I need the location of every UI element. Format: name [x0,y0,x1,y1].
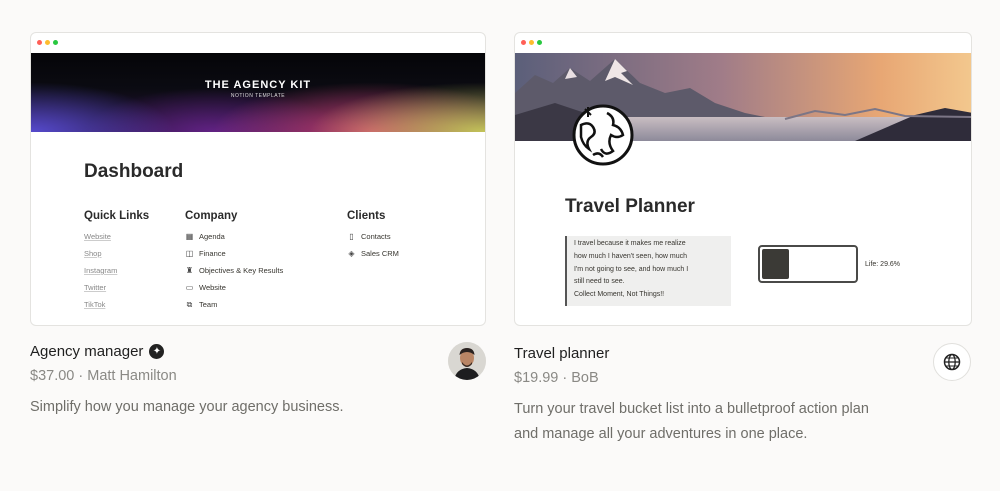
verified-badge-icon: ✦ [149,344,165,359]
list-item-label: Team [199,300,218,309]
monitor-icon: ▭ [185,283,194,292]
quote-line: Collect Moment, Not Things!! [574,291,665,299]
price-author: $19.99 · BoB [514,370,599,386]
quote-line: I'm not going to see, and how much I [574,265,689,273]
quick-links-column: Quick Links Website Shop Instagram Twitt… [84,210,149,313]
avatar-image [448,342,486,380]
template-title-text[interactable]: Travel planner [514,345,609,362]
banner-subtitle: NOTION TEMPLATE [230,93,286,99]
creator-avatar[interactable] [933,343,971,381]
template-title-text[interactable]: Agency manager [30,343,143,360]
quote-line: how much I haven't seen, how much [574,252,688,260]
description-line: Turn your travel bucket list into a bull… [514,401,869,417]
list-item: ◫ Finance [185,245,283,262]
list-item-label: Website [199,283,226,292]
quick-link: Website [84,232,111,241]
life-progress-label: Life: 29.6% [865,261,901,268]
phone-icon: ▯ [349,232,354,241]
finance-icon: ◫ [185,249,194,258]
template-preview[interactable]: THE AGENCY KIT NOTION TEMPLATE Dashboard… [30,32,486,326]
window-dot-red [521,40,526,45]
clients-column: Clients ▯ Contacts ◈ Sales CRM [347,210,399,262]
list-item: ▦ Agenda [185,228,283,245]
list-item-label: Finance [199,249,226,258]
template-title[interactable]: Travel planner [514,345,609,362]
cover-banner: THE AGENCY KIT NOTION TEMPLATE [31,53,485,132]
template-title[interactable]: Agency manager ✦ [30,343,165,360]
quick-link: Shop [84,249,102,258]
template-description: Turn your travel bucket list into a bull… [514,397,869,447]
preview-heading: Travel Planner [565,196,695,217]
company-column: Company ▦ Agenda ◫ Finance ♜ Objectives & K… [185,210,283,313]
banner-title: THE AGENCY KIT [204,79,312,91]
quote-line: still need to see. [574,278,625,286]
list-item-label: Contacts [361,232,391,241]
tag-icon: ◈ [348,249,355,258]
target-icon: ♜ [185,266,194,275]
list-item: ⧉ Team [185,296,283,313]
quote-line: I travel because it makes me realize [574,240,686,247]
life-progress-fill [762,249,790,279]
template-description: Simplify how you manage your agency busi… [30,399,344,415]
list-item-label: Objectives & Key Results [199,266,284,275]
list-item: ▭ Website [185,279,283,296]
window-dot-yellow [529,40,534,45]
globe-page-icon [571,103,635,167]
description-line: and manage all your adventures in one pl… [514,426,808,442]
globe-icon [943,353,961,371]
life-progress-bar [758,245,858,283]
window-dot-yellow [45,40,50,45]
list-item: ♜ Objectives & Key Results [185,262,283,279]
creator-avatar[interactable] [448,342,486,380]
quote-callout: I travel because it makes me realize how… [565,236,731,306]
list-item: ◈ Sales CRM [347,245,399,262]
list-item: ▯ Contacts [347,228,399,245]
quick-link: Twitter [84,283,107,292]
quick-link: Instagram [84,266,118,275]
price-author: $37.00 · Matt Hamilton [30,368,177,384]
calendar-icon: ▦ [185,232,194,241]
window-dot-green [53,40,58,45]
team-icon: ⧉ [186,299,193,309]
window-dot-green [537,40,542,45]
template-preview[interactable]: Travel Planner I travel because it makes… [514,32,972,326]
window-dots [37,40,58,45]
preview-heading: Dashboard [84,161,184,182]
column-title: Clients [347,210,386,222]
quick-link: TikTok [84,300,106,309]
column-title: Quick Links [84,210,150,222]
list-item-label: Agenda [199,232,225,241]
column-title: Company [185,210,238,222]
window-dot-red [37,40,42,45]
list-item-label: Sales CRM [361,249,399,258]
window-dots [521,40,542,45]
